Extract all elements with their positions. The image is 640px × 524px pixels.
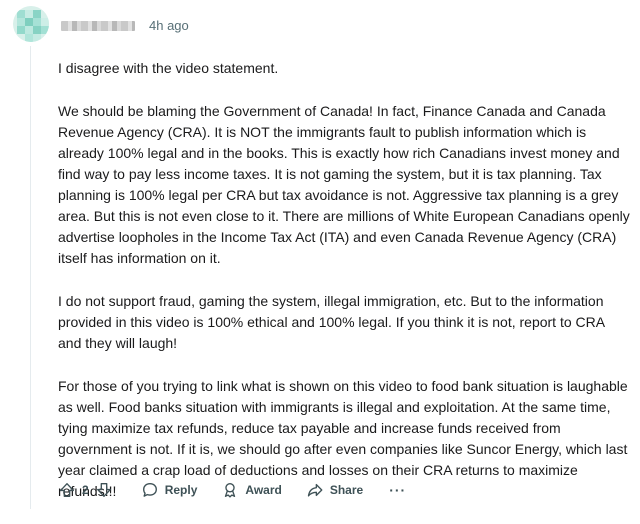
username-redacted[interactable] — [61, 21, 135, 31]
share-button[interactable]: Share — [306, 478, 363, 502]
comment: 4h ago I disagree with the video stateme… — [0, 0, 640, 509]
thread-line[interactable] — [30, 46, 31, 509]
upvote-button[interactable] — [58, 478, 76, 502]
comment-paragraph: I do not support fraud, gaming the syste… — [58, 293, 605, 351]
arrow-up-icon — [60, 483, 74, 497]
reply-label: Reply — [164, 483, 198, 497]
comment-paragraph: I disagree with the video statement. — [58, 60, 279, 76]
award-ribbon-icon — [225, 483, 236, 498]
comment-paragraph: We should be blaming the Government of C… — [58, 103, 630, 266]
more-options-button[interactable]: ··· — [389, 478, 406, 502]
share-arrow-icon — [307, 483, 323, 497]
avatar[interactable] — [13, 6, 49, 42]
ellipsis-icon: ··· — [389, 482, 407, 498]
speech-bubble-icon — [142, 483, 157, 497]
comment-actions: 2 Reply Award Share ··· — [58, 478, 406, 502]
vote-count: 2 — [82, 483, 89, 497]
share-label: Share — [329, 483, 364, 497]
comment-body: I disagree with the video statement. We … — [58, 58, 630, 524]
award-button[interactable]: Award — [221, 478, 282, 502]
timestamp[interactable]: 4h ago — [149, 18, 189, 34]
arrow-down-icon — [96, 483, 111, 497]
award-label: Award — [245, 483, 282, 497]
downvote-button[interactable] — [95, 478, 113, 502]
reply-button[interactable]: Reply — [141, 478, 198, 502]
